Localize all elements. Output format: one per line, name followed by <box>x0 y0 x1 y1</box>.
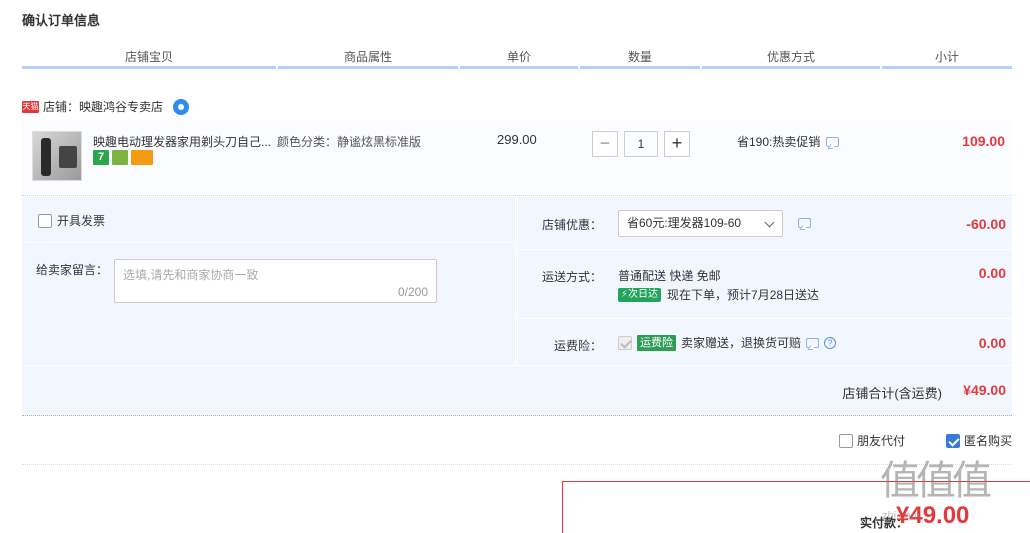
coupon-select[interactable]: 省60元:理发器109-60 <box>618 210 783 237</box>
shop-total-label: 店铺合计(含运费) <box>842 386 942 401</box>
promotion: 省190:热卖促销 <box>737 133 840 150</box>
guarantee-icon[interactable] <box>112 150 128 165</box>
column-header-subtotal: 小计 <box>934 50 959 64</box>
order-options-panel: 开具发票 给卖家留言： 选填,请先和商家协商一致 0/200 店铺优惠： 省60… <box>22 197 1012 365</box>
quantity-input[interactable]: 1 <box>624 131 658 157</box>
insurance-badge: 运费险 <box>637 334 676 351</box>
shipping-amount: 0.00 <box>978 265 1006 281</box>
watermark-logo: 值值值 <box>880 459 992 503</box>
friend-pay-label: 朋友代付 <box>856 434 905 448</box>
promotion-text: 省190:热卖促销 <box>737 135 821 149</box>
column-header-unit-price: 单价 <box>506 50 531 64</box>
service-tags: 7 <box>93 150 153 165</box>
shop-name-link[interactable]: 店铺：映趣鸿谷专卖店 <box>43 98 163 115</box>
chat-seller-icon[interactable] <box>173 98 190 115</box>
column-header-underline <box>702 66 880 69</box>
insurance-label: 运费险： <box>553 339 602 353</box>
memo-label: 给卖家留言： <box>36 263 109 277</box>
shipping-row: 运送方式： 普通配送 快递 免邮 ⚡次日达 现在下单，预计7月28日送达 0.0… <box>517 251 1012 319</box>
column-header-attributes: 商品属性 <box>343 50 392 64</box>
watermark-url: zhi.com <box>882 510 920 522</box>
friend-pay-checkbox[interactable]: 朋友代付 <box>838 432 905 449</box>
shop-total-row: 店铺合计(含运费) ¥49.00 <box>22 366 1012 416</box>
column-header-underline <box>460 66 578 69</box>
coupon-label: 店铺优惠： <box>541 218 602 232</box>
quantity-increase-button[interactable]: + <box>664 131 690 157</box>
page-title: 确认订单信息 <box>22 13 101 28</box>
insurance-detail: 运费险 卖家赠送，退换货可赔 ? <box>618 334 837 351</box>
shipping-label: 运送方式： <box>541 270 602 284</box>
anonymous-purchase-checkbox[interactable]: 匿名购买 <box>945 432 1012 449</box>
column-header-underline <box>882 66 1012 69</box>
checkbox-icon[interactable] <box>838 433 853 448</box>
insurance-checkbox <box>618 335 632 350</box>
divider <box>22 464 1012 465</box>
credit-card-icon[interactable] <box>131 150 153 165</box>
comment-icon[interactable] <box>806 337 820 348</box>
coupon-selected-value: 省60元:理发器109-60 <box>627 216 742 230</box>
column-header-shop-item: 店铺宝贝 <box>124 50 173 64</box>
insurance-text: 卖家赠送，退换货可赔 <box>681 336 802 350</box>
shop-total-value: ¥49.00 <box>963 382 1006 398</box>
product-thumbnail[interactable] <box>32 131 82 181</box>
product-sku: 颜色分类：静谧炫黑标准版 <box>277 135 422 149</box>
quantity-stepper: − 1 + <box>592 131 690 157</box>
tmall-icon: 天猫 <box>22 100 39 113</box>
seven-day-return-icon[interactable]: 7 <box>93 150 109 165</box>
help-icon[interactable]: ? <box>824 336 837 349</box>
unit-price: 299.00 <box>497 132 537 147</box>
memo-placeholder: 选填,请先和商家协商一致 <box>123 268 259 282</box>
product-title-link[interactable]: 映趣电动理发器家用剃头刀自己... <box>93 133 273 150</box>
column-header-discount: 优惠方式 <box>766 50 815 64</box>
checkbox-checked-icon[interactable] <box>945 433 960 448</box>
comment-icon[interactable] <box>826 136 840 147</box>
memo-section: 给卖家留言： 选填,请先和商家协商一致 0/200 <box>22 197 516 365</box>
column-header-underline <box>278 66 458 69</box>
shipping-eta-text: 现在下单，预计7月28日送达 <box>667 288 820 302</box>
coupon-amount: -60.00 <box>966 216 1006 232</box>
anonymous-label: 匿名购买 <box>963 434 1012 448</box>
chevron-down-icon <box>764 217 775 228</box>
item-subtotal: 109.00 <box>962 133 1005 149</box>
column-header-underline <box>22 66 276 69</box>
seller-memo-textarea[interactable]: 选填,请先和商家协商一致 0/200 <box>114 259 437 303</box>
shop-row: 天猫 店铺：映趣鸿谷专卖店 <box>22 98 190 115</box>
column-header-underline <box>580 66 700 69</box>
comment-icon[interactable] <box>798 218 811 228</box>
insurance-amount: 0.00 <box>978 335 1006 351</box>
order-item-row: 映趣电动理发器家用剃头刀自己... 7 颜色分类：静谧炫黑标准版 299.00 … <box>22 120 1012 196</box>
shipping-eta: ⚡次日达 现在下单，预计7月28日送达 <box>618 286 819 303</box>
next-day-badge: ⚡次日达 <box>618 287 662 302</box>
column-header-quantity: 数量 <box>627 50 652 64</box>
freight-insurance-row: 运费险： 运费险 卖家赠送，退换货可赔 ? 0.00 <box>517 320 1012 365</box>
memo-char-count: 0/200 <box>397 285 428 299</box>
quantity-decrease-button[interactable]: − <box>592 131 618 157</box>
shipping-method: 普通配送 快递 免邮 <box>618 269 721 283</box>
shop-coupon-row: 店铺优惠： 省60元:理发器109-60 -60.00 <box>517 197 1012 250</box>
